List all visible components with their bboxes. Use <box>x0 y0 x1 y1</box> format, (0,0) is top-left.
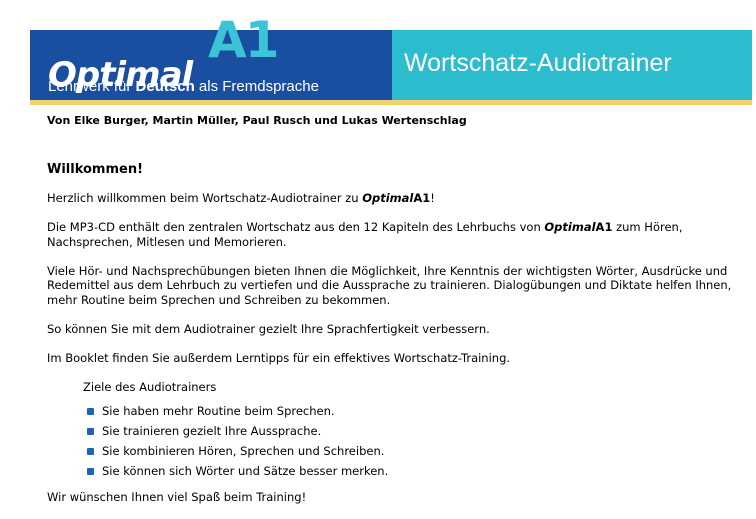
subtitle-bold: Deutsch <box>135 78 195 95</box>
page-title: Wortschatz-Audiotrainer <box>404 49 672 77</box>
subtitle-pre: Lehrwerk für <box>48 78 136 95</box>
intro-end: ! <box>430 191 435 205</box>
cd-paragraph: Die MP3-CD enthält den zentralen Wortsch… <box>47 220 747 249</box>
logo-subtitle: Lehrwerk für Deutsch als Fremdsprache <box>48 78 319 95</box>
goal-text: Sie können sich Wörter und Sätze besser … <box>102 464 389 478</box>
booklet-paragraph: Im Booklet finden Sie außerdem Lerntipps… <box>47 350 511 365</box>
main-content: Willkommen! Herzlich willkommen beim Wor… <box>47 162 747 519</box>
intro-paragraph: Herzlich willkommen beim Wortschatz-Audi… <box>47 191 747 206</box>
brand-name: OptimalA1 <box>544 220 612 234</box>
brand-word: Optimal <box>362 191 414 205</box>
list-item: Sie können sich Wörter und Sätze besser … <box>87 464 747 478</box>
intro-text: Herzlich willkommen beim Wortschatz-Audi… <box>47 191 363 205</box>
cd-text: Die MP3-CD enthält den zentralen Wortsch… <box>47 220 545 234</box>
closing-line: Wir wünschen Ihnen viel Spaß beim Traini… <box>47 490 307 504</box>
bullet-icon <box>87 408 94 415</box>
logo-area: Optimal A1 Lehrwerk für Deutsch als Frem… <box>30 15 392 100</box>
brand-level: A1 <box>413 191 431 205</box>
bullet-icon <box>87 468 94 475</box>
exercises-paragraph: Viele Hör- und Nachsprechübungen bieten … <box>47 263 732 307</box>
goals-section: Ziele des Audiotrainers Sie haben mehr R… <box>83 380 747 479</box>
brand-level: A1 <box>595 220 613 234</box>
list-item: Sie kombinieren Hören, Sprechen und Schr… <box>87 444 747 458</box>
goals-list: Sie haben mehr Routine beim Sprechen. Si… <box>87 404 747 478</box>
goal-text: Sie kombinieren Hören, Sprechen und Schr… <box>102 444 385 458</box>
brand-word: Optimal <box>544 220 596 234</box>
skills-paragraph: So können Sie mit dem Audiotrainer gezie… <box>47 321 490 336</box>
brand-name: OptimalA1 <box>362 191 430 205</box>
logo-level: A1 <box>208 11 279 69</box>
welcome-heading: Willkommen! <box>47 162 144 177</box>
title-area: Wortschatz-Audiotrainer <box>392 30 752 100</box>
authors-line: Von Elke Burger, Martin Müller, Paul Rus… <box>47 114 467 127</box>
goals-title: Ziele des Audiotrainers <box>83 379 217 394</box>
list-item: Sie trainieren gezielt Ihre Aussprache. <box>87 424 747 438</box>
header-stripe <box>30 100 752 105</box>
bullet-icon <box>87 448 94 455</box>
header-banner: Optimal A1 Lehrwerk für Deutsch als Frem… <box>30 15 752 100</box>
goal-text: Sie haben mehr Routine beim Sprechen. <box>102 404 335 418</box>
goal-text: Sie trainieren gezielt Ihre Aussprache. <box>102 424 322 438</box>
list-item: Sie haben mehr Routine beim Sprechen. <box>87 404 747 418</box>
subtitle-post: als Fremdsprache <box>194 78 319 95</box>
bullet-icon <box>87 428 94 435</box>
